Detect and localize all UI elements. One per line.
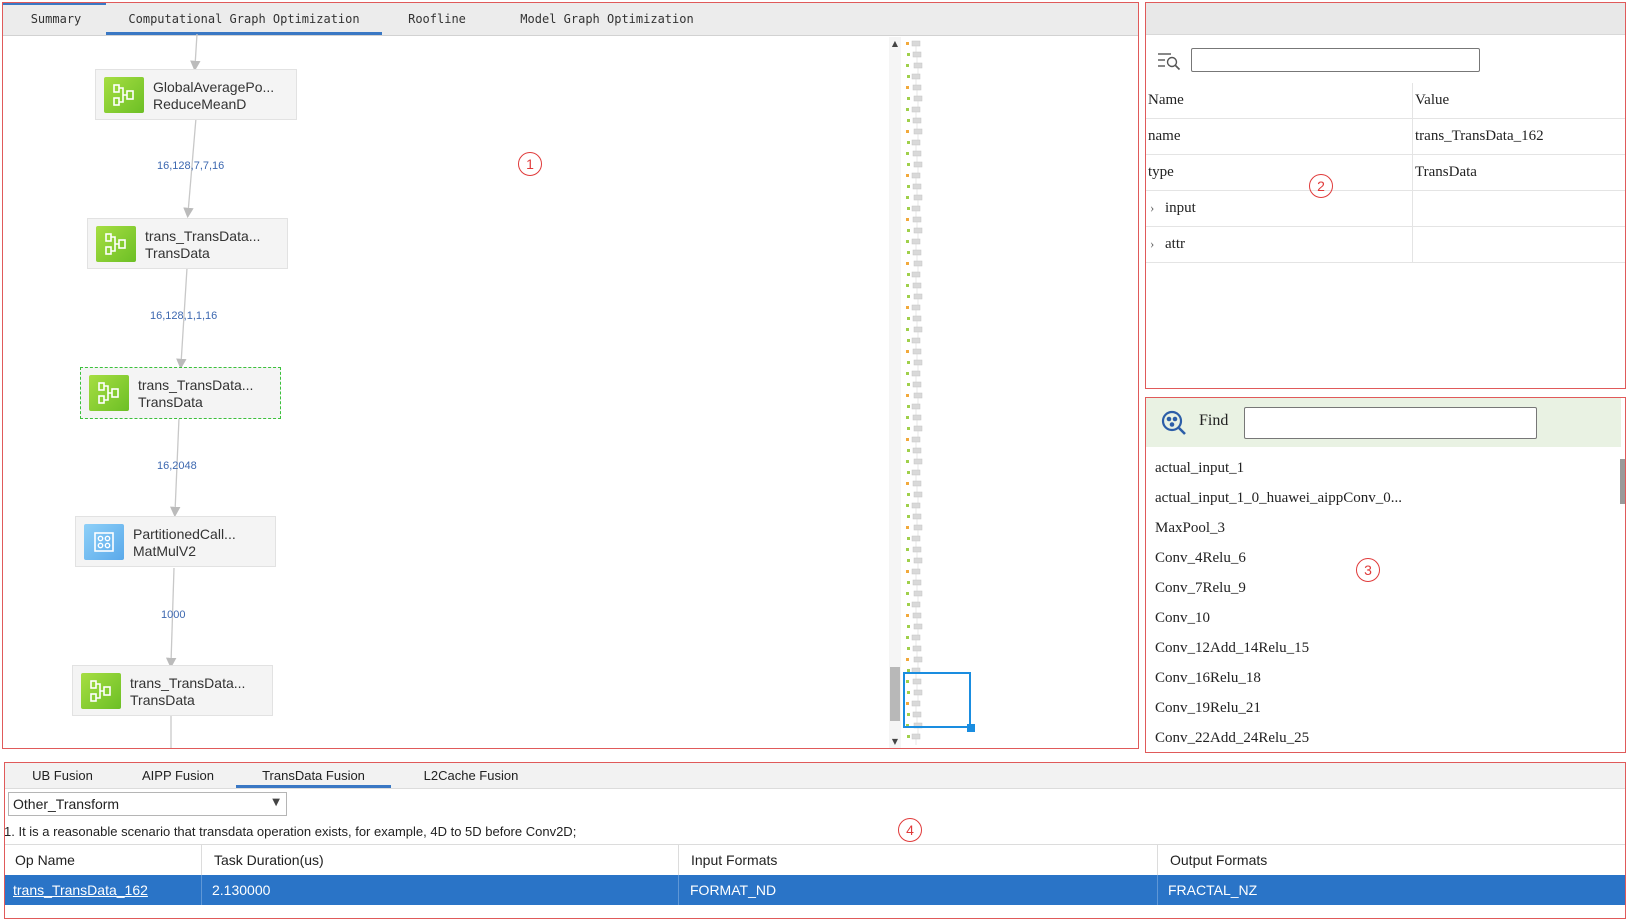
property-name: type bbox=[1148, 164, 1174, 180]
tab-aipp-fusion[interactable]: AIPP Fusion bbox=[123, 763, 233, 788]
find-icon[interactable] bbox=[1161, 410, 1187, 436]
column-header-name: Name bbox=[1148, 92, 1184, 108]
scroll-thumb[interactable] bbox=[890, 667, 900, 721]
property-value: trans_TransData_162 bbox=[1415, 128, 1544, 144]
annotation-marker-4: 4 bbox=[898, 818, 922, 842]
column-header-output-formats[interactable]: Output Formats bbox=[1170, 852, 1267, 868]
select-value: Other_Transform bbox=[13, 796, 120, 812]
properties-panel: Name Value name trans_TransData_162 type… bbox=[1145, 2, 1626, 389]
fusion-panel: UB Fusion AIPP Fusion TransData Fusion L… bbox=[4, 762, 1626, 919]
op-name-cell[interactable]: trans_TransData_162 bbox=[13, 882, 148, 898]
graph-node[interactable]: trans_TransData... TransData bbox=[72, 665, 273, 716]
node-name: trans_TransData... bbox=[145, 228, 261, 244]
graph-node-selected[interactable]: trans_TransData... TransData bbox=[80, 367, 281, 419]
find-panel: Find actual_input_1 actual_input_1_0_hua… bbox=[1145, 397, 1626, 753]
node-type: TransData bbox=[145, 245, 210, 261]
scroll-down-icon[interactable]: ▼ bbox=[889, 737, 901, 747]
transform-type-select[interactable]: Other_Transform ▼ bbox=[8, 792, 287, 816]
find-bar: Find bbox=[1146, 398, 1621, 447]
filter-search-icon[interactable] bbox=[1157, 51, 1181, 71]
input-formats-cell: FORMAT_ND bbox=[690, 882, 777, 898]
properties-search-input[interactable] bbox=[1191, 48, 1480, 72]
graph-node[interactable]: GlobalAveragePo... ReduceMeanD bbox=[95, 69, 297, 120]
find-list-scrollbar[interactable] bbox=[1620, 447, 1625, 752]
node-name: trans_TransData... bbox=[138, 377, 254, 393]
graph-vertical-scrollbar[interactable]: ▲ ▼ bbox=[889, 37, 901, 748]
fusion-note: 1. It is a reasonable scenario that tran… bbox=[4, 824, 577, 839]
task-duration-cell: 2.130000 bbox=[212, 882, 271, 898]
list-item[interactable]: actual_input_1 bbox=[1155, 453, 1402, 483]
edge-label: 16,128,7,7,16 bbox=[157, 160, 225, 172]
table-row[interactable]: trans_TransData_162 2.130000 FORMAT_ND F… bbox=[5, 875, 1625, 905]
fusion-op-icon bbox=[81, 673, 121, 709]
graph-panel: Summary Computational Graph Optimization… bbox=[2, 2, 1139, 749]
property-row-attr[interactable]: › attr bbox=[1146, 227, 1625, 263]
graph-node[interactable]: PartitionedCall... MatMulV2 bbox=[75, 516, 276, 567]
annotation-marker-2: 2 bbox=[1309, 174, 1333, 198]
node-type: MatMulV2 bbox=[133, 543, 197, 559]
find-label: Find bbox=[1199, 412, 1229, 429]
column-header-op-name[interactable]: Op Name bbox=[15, 852, 75, 868]
properties-header bbox=[1146, 3, 1625, 35]
property-row[interactable]: type TransData bbox=[1146, 155, 1625, 191]
property-name: input bbox=[1165, 200, 1196, 216]
graph-node[interactable]: trans_TransData... TransData bbox=[87, 218, 288, 269]
tab-transdata-fusion[interactable]: TransData Fusion bbox=[236, 763, 391, 788]
property-row[interactable]: name trans_TransData_162 bbox=[1146, 119, 1625, 155]
properties-table: Name Value name trans_TransData_162 type… bbox=[1146, 83, 1625, 263]
edge-label: 16,2048 bbox=[157, 460, 197, 472]
edge-label: 16,128,1,1,16 bbox=[150, 310, 218, 322]
list-item[interactable]: actual_input_1_0_huawei_aippConv_0... bbox=[1155, 483, 1402, 513]
list-item[interactable]: MaxPool_3 bbox=[1155, 513, 1402, 543]
find-result-list: actual_input_1 actual_input_1_0_huawei_a… bbox=[1155, 453, 1402, 752]
properties-header-row: Name Value bbox=[1146, 83, 1625, 119]
node-name: PartitionedCall... bbox=[133, 526, 236, 542]
list-item[interactable]: Conv_12Add_14Relu_15 bbox=[1155, 633, 1402, 663]
fusion-op-icon bbox=[96, 226, 136, 262]
column-header-task-duration[interactable]: Task Duration(us) bbox=[214, 852, 324, 868]
find-input[interactable] bbox=[1244, 407, 1537, 439]
fusion-table-header: Op Name Task Duration(us) Input Formats … bbox=[5, 844, 1625, 876]
fusion-op-icon bbox=[104, 77, 144, 113]
graph-minimap[interactable] bbox=[903, 37, 938, 749]
node-type: TransData bbox=[130, 692, 195, 708]
output-formats-cell: FRACTAL_NZ bbox=[1168, 882, 1258, 898]
scroll-thumb[interactable] bbox=[1620, 459, 1625, 504]
minimap-viewport[interactable] bbox=[903, 672, 971, 728]
column-header-input-formats[interactable]: Input Formats bbox=[691, 852, 777, 868]
property-value: TransData bbox=[1415, 164, 1477, 180]
node-name: trans_TransData... bbox=[130, 675, 246, 691]
tab-ub-fusion[interactable]: UB Fusion bbox=[15, 763, 110, 788]
chevron-down-icon: ▼ bbox=[272, 797, 280, 808]
chevron-right-icon[interactable]: › bbox=[1150, 236, 1154, 252]
chevron-right-icon[interactable]: › bbox=[1150, 200, 1154, 216]
tab-l2cache-fusion[interactable]: L2Cache Fusion bbox=[401, 763, 541, 788]
scroll-up-icon[interactable]: ▲ bbox=[889, 39, 901, 49]
property-name: attr bbox=[1165, 236, 1185, 252]
fusion-tab-bar: UB Fusion AIPP Fusion TransData Fusion L… bbox=[5, 763, 1625, 789]
property-name: name bbox=[1148, 128, 1181, 144]
node-type: TransData bbox=[138, 394, 203, 410]
node-type: ReduceMeanD bbox=[153, 96, 247, 112]
property-row-input[interactable]: › input bbox=[1146, 191, 1625, 227]
list-item[interactable]: Conv_16Relu_18 bbox=[1155, 663, 1402, 693]
node-name: GlobalAveragePo... bbox=[153, 79, 275, 95]
annotation-marker-3: 3 bbox=[1356, 558, 1380, 582]
list-item[interactable]: Conv_10 bbox=[1155, 603, 1402, 633]
fusion-op-icon bbox=[89, 375, 129, 411]
annotation-marker-1: 1 bbox=[518, 152, 542, 176]
matmul-op-icon bbox=[84, 524, 124, 560]
list-item[interactable]: Conv_22Add_24Relu_25 bbox=[1155, 723, 1402, 752]
edge-label: 1000 bbox=[161, 609, 186, 621]
list-item[interactable]: Conv_19Relu_21 bbox=[1155, 693, 1402, 723]
column-header-value: Value bbox=[1415, 92, 1450, 108]
minimap-resize-handle[interactable] bbox=[967, 724, 975, 732]
